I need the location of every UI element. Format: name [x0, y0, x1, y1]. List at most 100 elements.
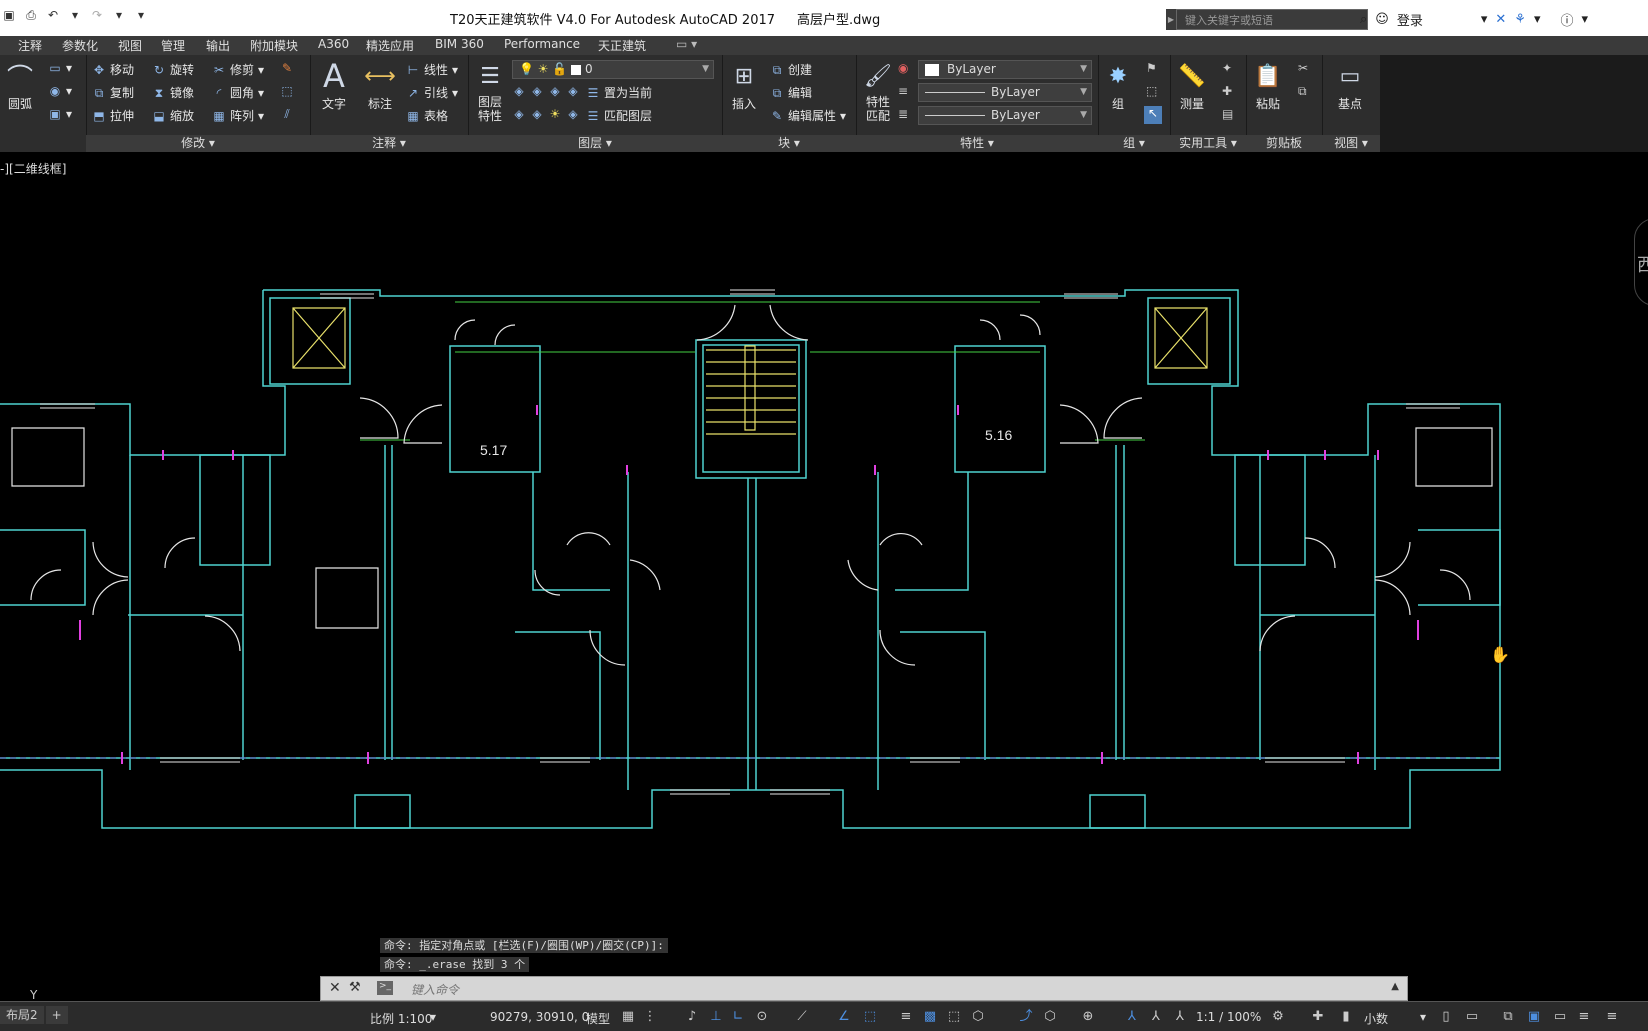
tab-parametric[interactable]: 参数化 [62, 37, 98, 54]
tab-bim360[interactable]: BIM 360 [435, 37, 484, 51]
layer-properties-tool[interactable]: ☰ 图层 特性 [472, 59, 508, 124]
chevron-down-icon[interactable]: ▾ [110, 6, 128, 24]
point-coords-icon[interactable]: ✚ [1222, 84, 1232, 98]
create-block-button[interactable]: ⧉ 创建 [770, 61, 812, 78]
ungroup-icon[interactable]: ⚑ [1146, 61, 1157, 75]
rectangle-tool[interactable]: ▭ ▾ [48, 61, 72, 75]
gizmo-icon[interactable]: ⊕ [1080, 1009, 1096, 1025]
set-current-button[interactable]: ☰ 置为当前 [586, 84, 652, 101]
move-button[interactable]: ✥ 移动 [92, 61, 134, 78]
help-icon[interactable]: ⓘ [1560, 10, 1573, 29]
utilities-panel-title[interactable]: 实用工具 ▾ [1170, 135, 1246, 152]
tab-addins[interactable]: 附加模块 [250, 37, 298, 54]
layer-isolate-icon[interactable]: ◈ [530, 84, 544, 98]
coordinates-readout[interactable]: 90279, 30910, 0 [490, 1010, 589, 1024]
rotate-button[interactable]: ↻ 旋转 [152, 61, 194, 78]
mirror-button[interactable]: ⧗ 镜像 [152, 84, 194, 101]
linetype-dropdown[interactable]: ByLayer ▼ [918, 83, 1092, 102]
insert-tool[interactable]: ⊞ 插入 [726, 59, 762, 112]
offset-button[interactable]: ⫽ [280, 107, 294, 121]
erase-button[interactable]: ✎ [280, 61, 294, 75]
copy-clip-icon[interactable]: ⧉ [1298, 84, 1307, 99]
units-dropdown[interactable]: 小数 [1364, 1010, 1388, 1027]
color-wheel-icon[interactable]: ◉ [898, 61, 908, 75]
infer-icon[interactable]: ♪ [684, 1009, 700, 1025]
chevron-up-icon[interactable]: ▲ [1391, 981, 1399, 992]
isolate-objects-icon[interactable]: ⧉ [1500, 1009, 1516, 1025]
model-space-button[interactable]: 模型 [586, 1010, 610, 1027]
snap-icon[interactable]: ⋮ [642, 1009, 658, 1025]
layer-on-icon[interactable]: ◈ [512, 107, 526, 121]
hardware-acceleration-icon[interactable]: ▣ [1526, 1009, 1542, 1025]
tab-overflow-icon[interactable]: ▭ ▾ [676, 37, 697, 51]
chevron-down-icon[interactable]: ▾ [1481, 12, 1488, 27]
auto-scale-icon[interactable]: ⅄ [1148, 1009, 1164, 1025]
selection-cycling-icon[interactable]: ⬚ [946, 1009, 962, 1025]
annotation-monitor-icon[interactable]: ✚ [1310, 1009, 1326, 1025]
trim-button[interactable]: ✂ 修剪 ▾ [212, 61, 264, 78]
workspace-gear-icon[interactable]: ⚙ [1270, 1009, 1286, 1025]
customize-wrench-icon[interactable]: ⚒ [349, 980, 361, 995]
color-dropdown[interactable]: ByLayer ▼ [918, 60, 1092, 79]
ortho-icon[interactable]: ∟ [730, 1009, 746, 1025]
linear-button[interactable]: ⊢ 线性 ▾ [406, 61, 458, 78]
close-icon[interactable]: ✕ [329, 980, 341, 996]
layer-thaw-icon[interactable]: ☀ [548, 107, 562, 121]
scale-indicator[interactable]: 比例 1:100 [370, 1010, 432, 1027]
layers-panel-title[interactable]: 图层 ▾ [468, 135, 722, 152]
clean-screen-icon[interactable]: ▭ [1552, 1009, 1568, 1025]
command-prompt-icon[interactable]: >_ [377, 981, 393, 995]
linetype-icon[interactable]: ≡ [898, 84, 908, 98]
scale-button[interactable]: ⬓ 缩放 [152, 107, 194, 124]
lineweight-icon[interactable]: ≣ [898, 107, 908, 121]
units-icon[interactable]: ▮ [1338, 1009, 1354, 1025]
tab-performance[interactable]: Performance [504, 37, 580, 51]
tab-layout2[interactable]: 布局2 [0, 1006, 44, 1024]
leader-button[interactable]: ↗ 引线 ▾ [406, 84, 458, 101]
fillet-button[interactable]: ◜ 圆角 ▾ [212, 84, 264, 101]
object-snap-icon[interactable]: ⬚ [862, 1009, 878, 1025]
paste-tool[interactable]: 📋 粘贴 [1250, 59, 1286, 112]
dynamic-input-icon[interactable]: ⊥ [708, 1009, 724, 1025]
calculator-icon[interactable]: ▤ [1222, 107, 1233, 121]
binoculars-icon[interactable]: ⌕ [1360, 12, 1367, 27]
tab-view[interactable]: 视图 [118, 37, 142, 54]
tab-a360[interactable]: A360 [318, 37, 349, 51]
quick-select-icon[interactable]: ✦ [1222, 61, 1232, 75]
table-button[interactable]: ▦ 表格 [406, 107, 448, 124]
user-icon[interactable]: ☺ [1375, 12, 1389, 27]
group-edit-icon[interactable]: ⬚ [1146, 84, 1157, 98]
chevron-down-icon[interactable]: ▾ [1582, 12, 1589, 27]
arc-tool[interactable]: ⌒ 圆弧 [2, 59, 38, 112]
isodraft-icon[interactable]: ⟋ [794, 1009, 810, 1025]
lineweight-dropdown[interactable]: ByLayer ▼ [918, 106, 1092, 125]
cut-icon[interactable]: ✂ [1298, 61, 1308, 75]
chevron-down-icon[interactable]: ▾ [66, 6, 84, 24]
tab-tangent[interactable]: 天正建筑 [598, 37, 646, 54]
modify-panel-title[interactable]: 修改 ▾ [86, 135, 310, 152]
chevron-down-icon[interactable]: ▾ [1534, 12, 1541, 27]
view-panel-title[interactable]: 视图 ▾ [1322, 135, 1380, 152]
edit-block-button[interactable]: ⧉ 编辑 [770, 84, 812, 101]
a360-icon[interactable]: ⚘ [1514, 12, 1526, 27]
tab-annotate[interactable]: 注释 [18, 37, 42, 54]
chevron-down-icon[interactable]: ▾ [1420, 1010, 1426, 1024]
explode-button[interactable]: ⬚ [280, 84, 294, 98]
text-tool[interactable]: A 文字 [314, 57, 354, 112]
drawing-canvas[interactable]: 5.17 5.16 ✋ [0, 152, 1648, 1000]
clipboard-panel-title[interactable]: 剪贴板 [1246, 135, 1322, 152]
redo-icon[interactable]: ↷ [88, 6, 106, 24]
annotation-visibility-icon[interactable]: ⅄ [1124, 1009, 1140, 1025]
measure-tool[interactable]: 📏 测量 [1174, 59, 1210, 112]
lineweight-toggle-icon[interactable]: ≡ [898, 1009, 914, 1025]
quick-properties-icon[interactable]: ▯ [1438, 1009, 1454, 1025]
print-icon[interactable]: ⎙ [22, 6, 40, 24]
undo-icon[interactable]: ↶ [44, 6, 62, 24]
layer-unlock-icon[interactable]: ◈ [566, 107, 580, 121]
layer-dropdown[interactable]: 💡 ☀ 🔓 0 ▼ [512, 60, 714, 79]
chevron-down-icon[interactable]: ▾ [430, 1010, 436, 1024]
search-expand-icon[interactable]: ▶ [1166, 9, 1176, 30]
layer-off-icon[interactable]: ◈ [512, 84, 526, 98]
login-button[interactable]: 登录 [1397, 10, 1423, 29]
exchange-icon[interactable]: ✕ [1495, 12, 1506, 27]
